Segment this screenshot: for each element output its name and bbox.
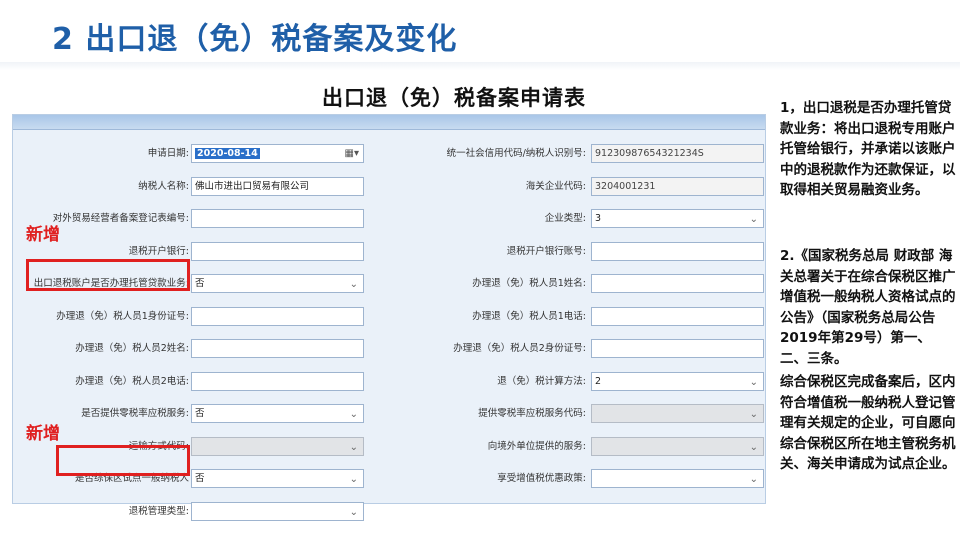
text-input[interactable]: 佛山市进出口贸易有限公司 (191, 177, 364, 196)
chevron-down-icon[interactable]: ⌄ (750, 211, 758, 227)
chevron-down-icon[interactable]: ⌄ (350, 406, 358, 422)
dropdown-select: ⌄ (191, 437, 364, 456)
field-label: 办理退（免）税人员1姓名: (472, 278, 586, 289)
field-value: 否 (195, 408, 205, 419)
text-input[interactable] (191, 339, 364, 358)
text-input[interactable] (191, 372, 364, 391)
field-label: 退（免）税计算方法: (497, 376, 586, 387)
text-input[interactable] (191, 307, 364, 326)
chevron-down-icon[interactable]: ⌄ (750, 374, 758, 390)
field-value: 91230987654321234S (595, 148, 704, 159)
dropdown-select[interactable]: 否 ⌄ (191, 469, 364, 488)
dropdown-select[interactable]: ⌄ (591, 469, 764, 488)
field-value: 否 (195, 473, 205, 484)
field-value: 佛山市进出口贸易有限公司 (195, 181, 310, 192)
highlight-box-loan-custody (26, 259, 190, 291)
field-label: 享受增值税优惠政策: (497, 473, 586, 484)
field-label: 企业类型: (544, 213, 586, 224)
dropdown-select[interactable]: 否 ⌄ (191, 404, 364, 423)
form-title: 出口退（免）税备案申请表 (322, 86, 586, 110)
field-label: 办理退（免）税人员2姓名: (75, 343, 189, 354)
chevron-down-icon[interactable]: ⌄ (750, 439, 758, 455)
chevron-down-icon[interactable]: ⌄ (750, 471, 758, 487)
field-label: 退税开户银行账号: (506, 246, 586, 257)
text-input[interactable] (591, 339, 764, 358)
dropdown-select[interactable]: 3 ⌄ (591, 209, 764, 228)
field-label: 提供零税率应税服务代码: (478, 408, 586, 419)
field-value: 3204001231 (595, 181, 656, 192)
chevron-down-icon[interactable]: ⌄ (750, 406, 758, 422)
field-label: 统一社会信用代码/纳税人识别号: (446, 148, 586, 159)
new-label: 新增 (26, 225, 60, 245)
calendar-icon[interactable]: ▦▾ (345, 145, 359, 162)
text-input[interactable] (191, 242, 364, 261)
dropdown-select: ⌄ (591, 437, 764, 456)
chevron-down-icon[interactable]: ⌄ (350, 276, 358, 292)
field-label: 退税管理类型: (128, 506, 189, 517)
readonly-field: 91230987654321234S (591, 144, 764, 163)
field-value: 2020-08-14 (195, 148, 260, 159)
field-label: 向境外单位提供的服务: (487, 441, 586, 452)
dropdown-select: ⌄ (591, 404, 764, 423)
field-value: 否 (195, 278, 205, 289)
form-header-bar (13, 115, 765, 130)
dropdown-select[interactable]: ⌄ (191, 502, 364, 521)
field-label: 办理退（免）税人员2电话: (75, 376, 189, 387)
dropdown-select[interactable]: 2 ⌄ (591, 372, 764, 391)
field-label: 纳税人名称: (138, 181, 189, 192)
note-bonded-zone: 综合保税区完成备案后，区内符合增值税一般纳税人登记管理有关规定的企业，可自愿向综… (780, 374, 956, 472)
field-label: 办理退（免）税人员1身份证号: (56, 311, 189, 322)
field-label: 申请日期: (147, 148, 189, 159)
field-value: 2 (595, 376, 602, 387)
highlight-box-bonded-zone (56, 445, 190, 476)
field-label: 办理退（免）税人员2身份证号: (453, 343, 586, 354)
new-label: 新增 (26, 424, 60, 444)
note-loan-custody: 1，出口退税是否办理托管贷款业务：将出口退税专用账户托管给银行，并承诺以该账户中… (780, 100, 956, 198)
slide-title: 2 出口退（免）税备案及变化 (52, 22, 458, 57)
field-label: 办理退（免）税人员1电话: (472, 311, 586, 322)
text-input[interactable] (191, 209, 364, 228)
date-picker[interactable]: 2020-08-14 ▦▾ (191, 144, 364, 163)
text-input[interactable] (591, 242, 764, 261)
dropdown-select[interactable]: 否 ⌄ (191, 274, 364, 293)
text-input[interactable] (591, 307, 764, 326)
chevron-down-icon[interactable]: ⌄ (350, 471, 358, 487)
title-band (0, 62, 960, 70)
field-label: 海关企业代码: (525, 181, 586, 192)
field-value: 3 (595, 213, 602, 224)
readonly-field: 3204001231 (591, 177, 764, 196)
text-input[interactable] (591, 274, 764, 293)
note-policy-announcement: 2.《国家税务总局 财政部 海关总署关于在综合保税区推广增值税一般纳税人资格试点… (780, 248, 956, 367)
chevron-down-icon[interactable]: ⌄ (350, 439, 358, 455)
chevron-down-icon[interactable]: ⌄ (350, 504, 358, 520)
